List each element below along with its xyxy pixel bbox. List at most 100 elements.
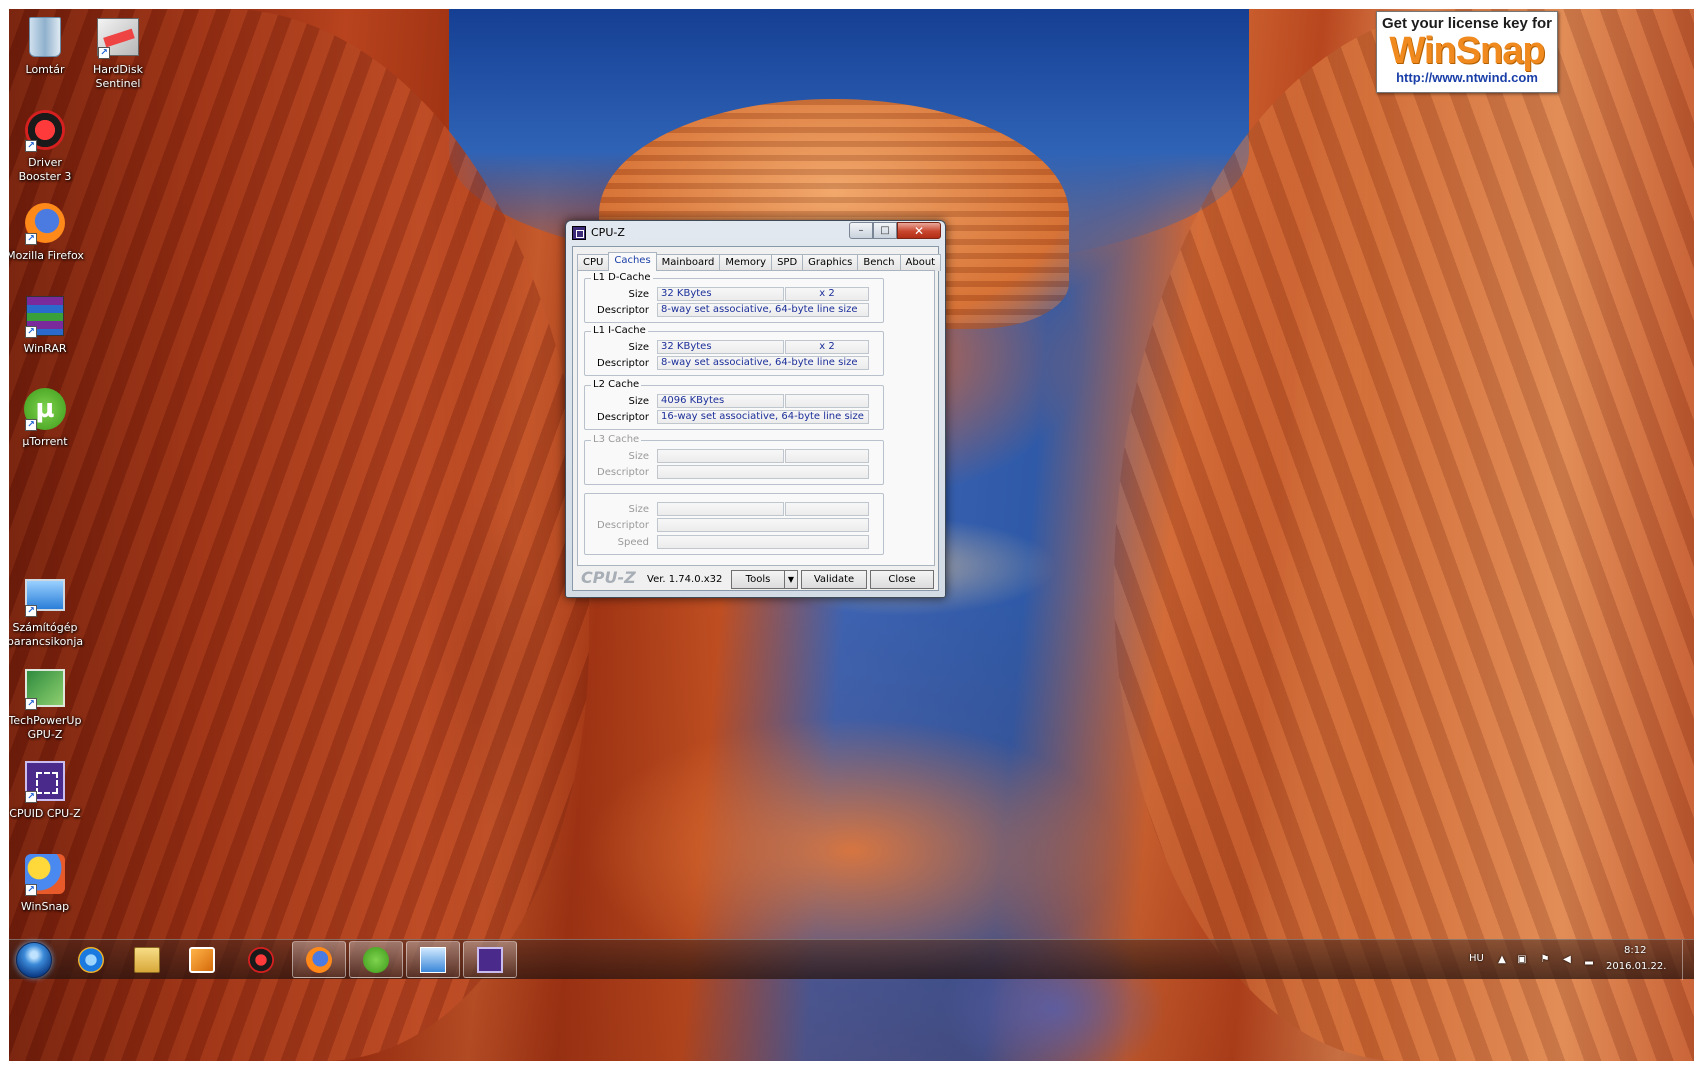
tab-memory[interactable]: Memory	[719, 254, 773, 271]
winsnap-icon: ↗	[23, 852, 67, 896]
desktop-icon-label: Driver Booster 3	[18, 156, 72, 183]
taskbar-firefox[interactable]	[292, 941, 346, 978]
winsnap-ad-banner[interactable]: Get your license key for WinSnap http://…	[1376, 11, 1558, 93]
clock-time[interactable]: 8:12	[1624, 945, 1646, 956]
desktop-icon-label: TechPowerUp GPU-Z	[9, 714, 82, 741]
maximize-button[interactable]: □	[873, 222, 897, 239]
tab-bench[interactable]: Bench	[857, 254, 901, 271]
desktop-icon-winrar[interactable]: ↗ WinRAR	[9, 294, 84, 356]
desktop-icon-label: Számítógép parancsikonja	[9, 621, 84, 648]
tab-mainboard[interactable]: Mainboard	[655, 254, 721, 271]
desktop-icon-gpu-z[interactable]: ↗ TechPowerUp GPU-Z	[9, 666, 84, 742]
l2-cache-group: L2 Cache Size 4096 KBytes Descriptor 16-…	[584, 379, 884, 430]
desktop-icon-computer[interactable]: ↗ Számítógép parancsikonja	[9, 573, 84, 649]
tab-cpu[interactable]: CPU	[577, 254, 610, 271]
shortcut-arrow-icon: ↗	[25, 884, 37, 896]
descriptor-label: Descriptor	[597, 520, 649, 531]
tab-graphics[interactable]: Graphics	[802, 254, 859, 271]
ad-url-link[interactable]: http://www.ntwind.com	[1377, 70, 1557, 85]
action-center-flag-icon[interactable]: ⚑	[1539, 954, 1551, 966]
close-button[interactable]: Close	[870, 570, 934, 589]
cpu-z-icon[interactable]	[572, 226, 586, 240]
minimize-button[interactable]: –	[849, 222, 873, 239]
tab-caches[interactable]: Caches	[608, 252, 657, 271]
title-bar[interactable]: CPU-Z – □ ✕	[566, 221, 945, 245]
show-hidden-icons-icon[interactable]: ▲	[1496, 954, 1508, 966]
tab-bar: CPU Caches Mainboard Memory SPD Graphics…	[577, 252, 942, 271]
l2-multiplier-value	[785, 394, 869, 408]
group-title: L1 I-Cache	[591, 325, 648, 337]
gpu-z-icon: ↗	[23, 666, 67, 710]
taskbar-utorrent[interactable]	[349, 941, 403, 978]
shortcut-arrow-icon: ↗	[25, 233, 37, 245]
close-window-button[interactable]: ✕	[897, 222, 941, 239]
taskbar-driver-booster[interactable]	[234, 941, 288, 978]
device-icon[interactable]: ▣	[1516, 954, 1528, 966]
l1i-descriptor-value: 8-way set associative, 64-byte line size	[657, 356, 869, 370]
language-indicator[interactable]: HU	[1469, 953, 1484, 964]
l3-size-value	[657, 449, 784, 463]
extra-descriptor-value	[657, 518, 869, 532]
driver-booster-icon	[248, 946, 274, 973]
media-player-icon	[189, 946, 215, 973]
validate-button[interactable]: Validate	[801, 570, 867, 589]
cpuz-window: CPU-Z – □ ✕ CPU Caches Mainboard Memory …	[565, 220, 946, 598]
speed-label: Speed	[617, 537, 649, 548]
ad-brand: WinSnap	[1389, 30, 1545, 72]
desktop-icon-utorrent[interactable]: µ ↗ µTorrent	[9, 387, 84, 449]
l3-descriptor-value	[657, 465, 869, 479]
extra-cache-group: Size Descriptor Speed	[584, 493, 884, 555]
desktop-icon-winsnap[interactable]: ↗ WinSnap	[9, 852, 84, 914]
l1d-descriptor-value: 8-way set associative, 64-byte line size	[657, 303, 869, 317]
size-label: Size	[628, 396, 649, 407]
desktop-icon-recycle-bin[interactable]: Lomtár	[9, 15, 84, 77]
descriptor-label: Descriptor	[597, 412, 649, 423]
l1i-size-value: 32 KBytes	[657, 340, 784, 354]
tab-about[interactable]: About	[899, 254, 942, 271]
desktop-icon-harddisk-sentinel[interactable]: ↗ HardDisk Sentinel	[79, 15, 157, 91]
taskbar-cpu-z[interactable]	[463, 941, 517, 978]
system-tray: HU ▲ ▣ ⚑ ◀ ▂ 8:12 2016.01.22.	[1444, 940, 1694, 980]
winrar-icon: ↗	[23, 294, 67, 338]
desktop-icon-driver-booster[interactable]: ↗ Driver Booster 3	[9, 108, 84, 184]
tab-spd[interactable]: SPD	[771, 254, 804, 271]
window-client-area: CPU Caches Mainboard Memory SPD Graphics…	[572, 246, 942, 591]
taskbar: HU ▲ ▣ ⚑ ◀ ▂ 8:12 2016.01.22.	[9, 939, 1694, 980]
l2-descriptor-value: 16-way set associative, 64-byte line siz…	[657, 410, 869, 424]
l1i-cache-group: L1 I-Cache Size 32 KBytes x 2 Descriptor…	[584, 325, 884, 376]
taskbar-internet-explorer[interactable]	[64, 941, 118, 978]
network-signal-icon[interactable]: ▂	[1583, 954, 1595, 966]
size-label: Size	[628, 504, 649, 515]
l3-cache-group: L3 Cache Size Descriptor	[584, 434, 884, 485]
remote-desktop-icon	[420, 946, 446, 973]
taskbar-remote-desktop[interactable]	[406, 941, 460, 978]
version-label: Ver. 1.74.0.x32	[647, 574, 723, 585]
tools-dropdown-icon[interactable]: ▼	[784, 570, 798, 589]
l1d-cache-group: L1 D-Cache Size 32 KBytes x 2 Descriptor…	[584, 272, 884, 323]
cpu-z-icon: ↗	[23, 759, 67, 803]
shortcut-arrow-icon: ↗	[25, 791, 37, 803]
clock-date[interactable]: 2016.01.22.	[1606, 961, 1666, 972]
window-footer: CPU-Z Ver. 1.74.0.x32 Tools ▼ Validate C…	[577, 568, 935, 589]
cpu-z-logo: CPU-Z	[581, 568, 636, 587]
group-title: L2 Cache	[591, 379, 642, 391]
harddisk-sentinel-icon: ↗	[96, 15, 140, 59]
driver-booster-icon: ↗	[23, 108, 67, 152]
start-button[interactable]	[16, 942, 52, 978]
tools-button[interactable]: Tools	[731, 570, 785, 589]
shortcut-arrow-icon: ↗	[25, 605, 37, 617]
taskbar-file-explorer[interactable]	[120, 941, 174, 978]
desktop-icon-cpu-z[interactable]: ↗ CPUID CPU-Z	[9, 759, 84, 821]
l3-multiplier-value	[785, 449, 869, 463]
group-title: L3 Cache	[591, 434, 642, 446]
desktop-icon-firefox[interactable]: ↗ Mozilla Firefox	[9, 201, 84, 263]
recycle-bin-icon	[23, 15, 67, 59]
volume-icon[interactable]: ◀	[1561, 954, 1573, 966]
show-desktop-button[interactable]	[1682, 940, 1694, 980]
file-explorer-icon	[134, 946, 160, 973]
extra-speed-value	[657, 535, 869, 549]
window-title: CPU-Z	[591, 226, 625, 239]
utorrent-icon: µ ↗	[23, 387, 67, 431]
taskbar-media-player[interactable]	[175, 941, 229, 978]
size-label: Size	[628, 289, 649, 300]
